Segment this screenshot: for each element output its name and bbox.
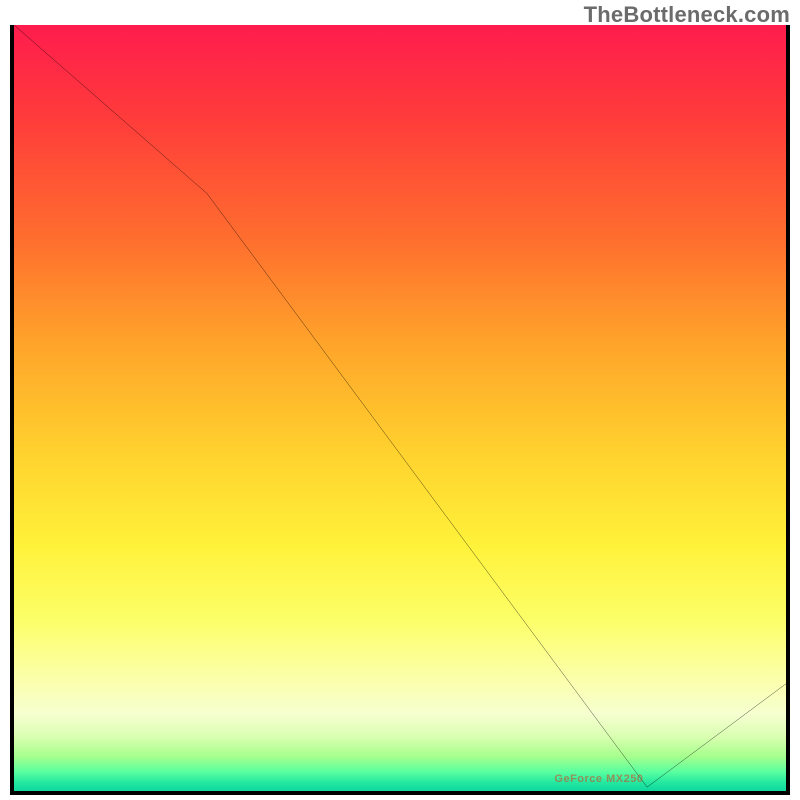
- chart-stage: TheBottleneck.com GeForce MX250: [0, 0, 800, 800]
- data-line-chart: [14, 25, 786, 791]
- annotation-label: GeForce MX250: [554, 773, 643, 785]
- plot-frame: GeForce MX250: [10, 25, 790, 795]
- series-curve: [14, 25, 786, 787]
